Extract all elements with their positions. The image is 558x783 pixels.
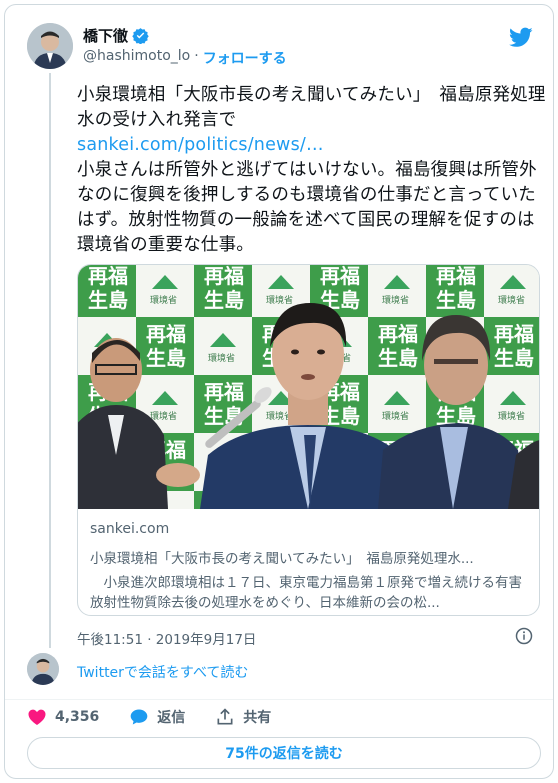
- author-display-name[interactable]: 橋下徹: [83, 25, 128, 46]
- author-handle[interactable]: @hashimoto_lo: [83, 48, 190, 68]
- backdrop-slogan-text: 生島: [146, 346, 186, 370]
- backdrop-slogan-text: 再福: [320, 265, 360, 288]
- share-upload-icon: [217, 708, 233, 725]
- tweet-timestamp[interactable]: 午後11:51 · 2019年9月17日: [77, 628, 256, 648]
- ministry-logo-text: 環境省: [382, 410, 409, 422]
- verified-badge-icon: [132, 28, 149, 44]
- backdrop-slogan-text: 生島: [88, 288, 128, 312]
- reply-label: 返信: [157, 710, 186, 726]
- ministry-logo-text: 環境省: [266, 294, 293, 306]
- author-avatar[interactable]: [27, 23, 73, 69]
- link-card-meta: sankei.com 小泉環境相「大阪市長の考え聞いてみたい」 福島原発処理水.…: [90, 521, 530, 613]
- heart-icon: [28, 709, 46, 725]
- share-label: 共有: [243, 710, 272, 726]
- backdrop-slogan-text: 再福: [378, 322, 418, 346]
- backdrop-tile: [484, 265, 539, 317]
- ministry-logo-text: 環境省: [150, 294, 177, 306]
- like-count: 4,356: [55, 709, 100, 725]
- backdrop-slogan-text: 再福: [436, 265, 476, 288]
- tweet-headline: 小泉環境相「大阪市長の考え聞いてみたい」 福島原発処理水の受け入れ発言で: [77, 85, 546, 130]
- tweet-text: 小泉環境相「大阪市長の考え聞いてみたい」 福島原発処理水の受け入れ発言で san…: [77, 83, 547, 258]
- backdrop-slogan-text: 生島: [378, 346, 418, 370]
- author-avatar-small[interactable]: [27, 653, 59, 685]
- separator-dot: ·: [194, 48, 199, 64]
- ministry-logo-text: 環境省: [382, 294, 409, 306]
- link-preview-card[interactable]: 再福生島環境省再福生島環境省再福生島環境省再福生島環境省再福生島環境省再福生島環…: [77, 264, 540, 616]
- like-button[interactable]: 4,356: [27, 707, 99, 727]
- author-name-row[interactable]: 橋下徹: [83, 25, 149, 46]
- ministry-logo-text: 環境省: [208, 352, 235, 364]
- follow-button[interactable]: フォローする: [203, 48, 287, 68]
- article-photo[interactable]: 再福生島環境省再福生島環境省再福生島環境省再福生島環境省再福生島環境省再福生島環…: [78, 265, 539, 509]
- backdrop-tile: [368, 265, 426, 317]
- read-replies-button[interactable]: 75件の返信を読む: [27, 737, 541, 769]
- tweet-link[interactable]: sankei.com/politics/news/…: [77, 133, 547, 158]
- backdrop-slogan-text: 生島: [494, 346, 534, 370]
- backdrop-slogan-text: 再福: [204, 265, 244, 288]
- ministry-logo-text: 環境省: [498, 294, 525, 306]
- info-icon[interactable]: [515, 627, 533, 645]
- read-conversation-link[interactable]: Twitterで会話をすべて読む: [77, 662, 248, 682]
- link-card-title[interactable]: 小泉環境相「大阪市長の考え聞いてみたい」 福島原発処理水...: [90, 547, 530, 567]
- action-bar: 4,356 返信 共有: [27, 705, 271, 729]
- backdrop-tile: [136, 265, 194, 317]
- ministry-logo-text: 環境省: [150, 410, 177, 422]
- reply-bubble-icon: [130, 709, 148, 725]
- backdrop-slogan-text: 再福: [494, 322, 534, 346]
- divider: [5, 699, 553, 700]
- ministry-logo-text: 環境省: [498, 410, 525, 422]
- backdrop-slogan-text: 再福: [88, 265, 128, 288]
- thread-line: [49, 73, 51, 648]
- author-handle-row: @hashimoto_lo · フォローする: [83, 48, 287, 68]
- link-card-domain: sankei.com: [90, 521, 170, 537]
- twitter-bird-icon[interactable]: [509, 25, 533, 49]
- backdrop-slogan-text: 生島: [204, 288, 244, 312]
- backdrop-slogan-text: 再福: [146, 322, 186, 346]
- tweet-embed-card: 橋下徹 @hashimoto_lo · フォローする 小泉環境相「大阪市長の考え…: [4, 4, 554, 779]
- share-button[interactable]: 共有: [215, 707, 271, 727]
- tweet-body: 小泉さんは所管外と逃げてはいけない。福島復興は所管外なのに復興を後押しするのも環…: [77, 160, 537, 255]
- backdrop-slogan-text: 生島: [436, 288, 476, 312]
- link-card-description: 小泉進次郎環境相は１７日、東京電力福島第１原発で増え続ける有害放射性物質除去後の…: [90, 575, 522, 611]
- reply-button[interactable]: 返信: [129, 707, 185, 727]
- backdrop-slogan-text: 再福: [204, 380, 244, 404]
